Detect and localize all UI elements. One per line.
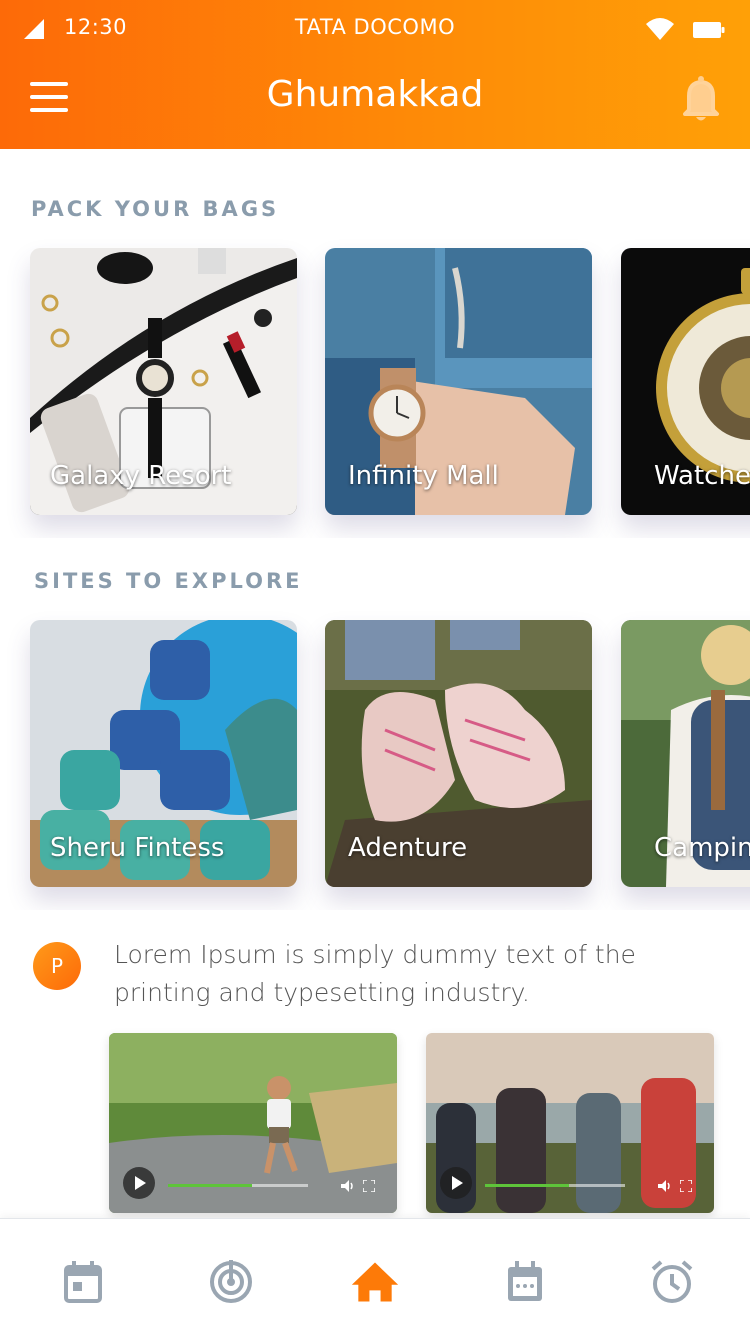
video-progress-bar[interactable] [168, 1184, 308, 1187]
card-adenture[interactable]: Adenture [325, 620, 592, 887]
home-icon[interactable] [350, 1257, 400, 1307]
play-button[interactable] [123, 1167, 155, 1199]
card-sheru-fintess[interactable]: Sheru Fintess [30, 620, 297, 887]
card-watcher[interactable]: Watcher [621, 248, 750, 515]
calendar-icon[interactable] [58, 1257, 108, 1307]
card-label: Galaxy Resort [50, 461, 232, 491]
fullscreen-icon[interactable] [363, 1180, 375, 1192]
avatar[interactable]: P [33, 942, 81, 990]
card-label: Watcher [654, 461, 750, 491]
bottom-navigation [0, 1218, 750, 1334]
fullscreen-icon[interactable] [680, 1180, 692, 1192]
volume-icon[interactable] [658, 1180, 672, 1192]
play-button[interactable] [440, 1167, 472, 1199]
alarm-clock-icon[interactable] [647, 1257, 697, 1307]
card-camping[interactable]: Camping [621, 620, 750, 887]
card-label: Adenture [348, 833, 468, 863]
video-progress-fill [168, 1184, 252, 1187]
app-header: 12:30 TATA DOCOMO Ghumakkad [0, 0, 750, 149]
radar-icon[interactable] [206, 1257, 256, 1307]
card-label: Sheru Fintess [50, 833, 225, 863]
card-galaxy-resort[interactable]: Galaxy Resort [30, 248, 297, 515]
post-text: Lorem Ipsum is simply dummy text of the … [114, 940, 636, 1007]
video-progress-bar[interactable] [485, 1184, 625, 1187]
video-player-hiking-group[interactable] [426, 1033, 714, 1213]
app-title: Ghumakkad [266, 74, 484, 115]
calendar-dots-icon[interactable] [500, 1257, 550, 1307]
card-carousel-pack-your-bags[interactable]: Galaxy Resort Infinity Mall Watcher [0, 238, 750, 538]
carrier-name: TATA DOCOMO [294, 15, 456, 39]
battery-icon [693, 22, 725, 38]
status-bar: 12:30 TATA DOCOMO [0, 0, 750, 56]
volume-icon[interactable] [341, 1180, 355, 1192]
video-progress-fill [485, 1184, 569, 1187]
card-label: Infinity Mall [348, 461, 499, 491]
bell-icon[interactable] [681, 74, 721, 124]
section-title-pack-your-bags: PACK YOUR BAGS [31, 197, 280, 221]
card-carousel-sites-to-explore[interactable]: Sheru Fintess Adenture Camping [0, 610, 750, 910]
card-infinity-mall[interactable]: Infinity Mall [325, 248, 592, 515]
wifi-icon [646, 18, 674, 40]
card-label: Camping [654, 833, 750, 863]
section-title-sites-to-explore: SITES TO EXPLORE [34, 569, 303, 593]
video-player-running-boy[interactable] [109, 1033, 397, 1213]
